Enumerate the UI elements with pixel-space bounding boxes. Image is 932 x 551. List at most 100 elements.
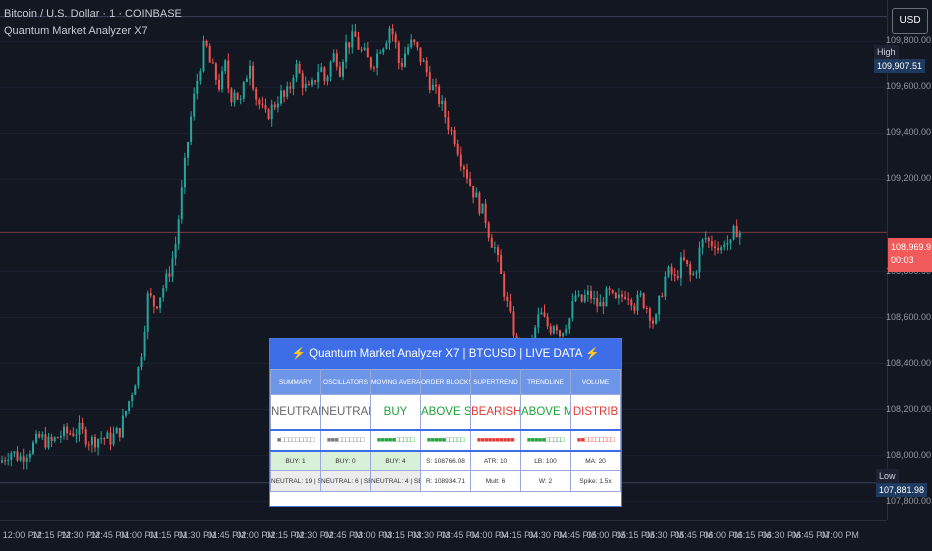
candle-body [295,63,298,78]
symbol-title[interactable]: Bitcoin / U.S. Dollar · 1 · COINBASE [4,6,182,23]
chart-header: Bitcoin / U.S. Dollar · 1 · COINBASE Qua… [4,6,182,40]
candle-body [431,84,434,90]
column-header: MOVING AVERAGES [370,369,421,395]
candle-body [369,57,372,68]
candle-body [4,460,7,462]
candle-body [537,314,540,328]
candle-body [72,433,75,437]
candle-body [633,305,636,311]
detail-cell: R: 108934.71 [420,470,471,492]
candle-body [394,34,397,43]
detail-row-2: NEUTRAL: 19 | SELL: 0NEUTRAL: 6 | SELL: … [270,470,621,492]
candle-body [614,292,617,299]
candle-body [447,117,450,130]
signal-cell: NEUTRAL [320,394,371,431]
candle-body [84,429,87,445]
candle-body [180,187,183,220]
candle-body [78,422,81,435]
candle-body [115,427,118,434]
time-tick-label: 07:00 PM [820,530,859,540]
candle-body [574,295,577,301]
candle-body [608,288,611,291]
high-label: High [874,45,899,59]
candle-body [385,43,388,49]
candle-body [404,53,406,67]
candle-body [233,92,236,103]
candle-body [462,166,465,170]
candle-body [323,67,326,82]
detail-cell: W: 2 [520,470,571,492]
candle-body [106,432,109,439]
candle-body [363,47,366,50]
candle-body [670,266,673,275]
candle-body [81,422,84,430]
candle-body [481,203,484,214]
candle-body [1,460,3,463]
detail-cell: MA: 20 [570,450,621,471]
candle-body [357,36,360,50]
candle-body [512,311,515,336]
detail-cell: NEUTRAL: 4 | SELL: 0 [370,470,421,492]
signal-cell: ABOVE SUP [420,394,471,431]
candle-body [493,247,496,249]
candle-body [441,100,444,104]
strength-bar: ■■■■■□□□□□ [420,429,471,452]
detail-cell: ATR: 10 [470,450,521,471]
candle-body [410,39,413,48]
candle-body [125,411,127,416]
candle-body [714,246,716,249]
low-tag: Low107,881.98 [876,469,932,497]
candle-body [50,436,53,441]
analyzer-panel: ⚡ Quantum Market Analyzer X7 | BTCUSD | … [269,338,622,507]
candle-body [320,67,323,72]
candle-body [118,427,121,438]
low-label: Low [876,469,899,483]
candle-body [444,100,447,118]
signal-cell: BEARISH [470,394,521,431]
candle-body [667,266,670,277]
candle-body [280,90,282,104]
candle-body [171,258,174,277]
price-tick-label: 109,400.00 [885,127,931,138]
candle-body [146,293,149,332]
candle-body [679,257,682,279]
strength-bar: ■■□□□□□□□□ [570,429,621,452]
candle-body [627,298,630,300]
candle-body [112,433,115,445]
candle-body [422,60,425,62]
bolt-icon: ⚡ [291,348,306,360]
candle-body [590,290,592,299]
candle-body [407,47,410,54]
candle-body [413,39,416,43]
candle-body [128,401,131,412]
current-price: 108,969.91 [891,242,932,252]
candle-body [289,86,292,89]
candle-body [59,436,62,438]
candle-body [137,367,140,386]
time-axis[interactable]: 12:00 PM 12:15 PM 12:30 PM 12:45 PM 01:00 PM… [0,520,887,551]
candle-body [676,275,679,279]
candle-body [143,331,146,357]
candle-body [723,244,726,248]
candle-body [221,71,224,90]
indicator-name[interactable]: Quantum Market Analyzer X7 [4,23,182,40]
candle-body [611,290,614,293]
candle-body [152,295,155,307]
low-value: 107,881.98 [876,483,928,497]
candle-body [704,237,707,240]
candle-body [273,104,276,108]
candle-body [425,60,428,73]
candle-body [366,47,369,58]
candle-body [726,242,729,245]
candle-body [307,84,310,86]
candle-body [617,294,620,299]
candle-body [630,299,633,306]
candle-body [642,293,645,308]
candle-body [224,60,227,72]
candle-body [317,71,320,83]
candle-body [419,47,422,62]
candle-body [652,320,654,324]
candle-body [605,288,608,307]
candle-body [379,52,382,54]
candle-body [196,80,199,94]
